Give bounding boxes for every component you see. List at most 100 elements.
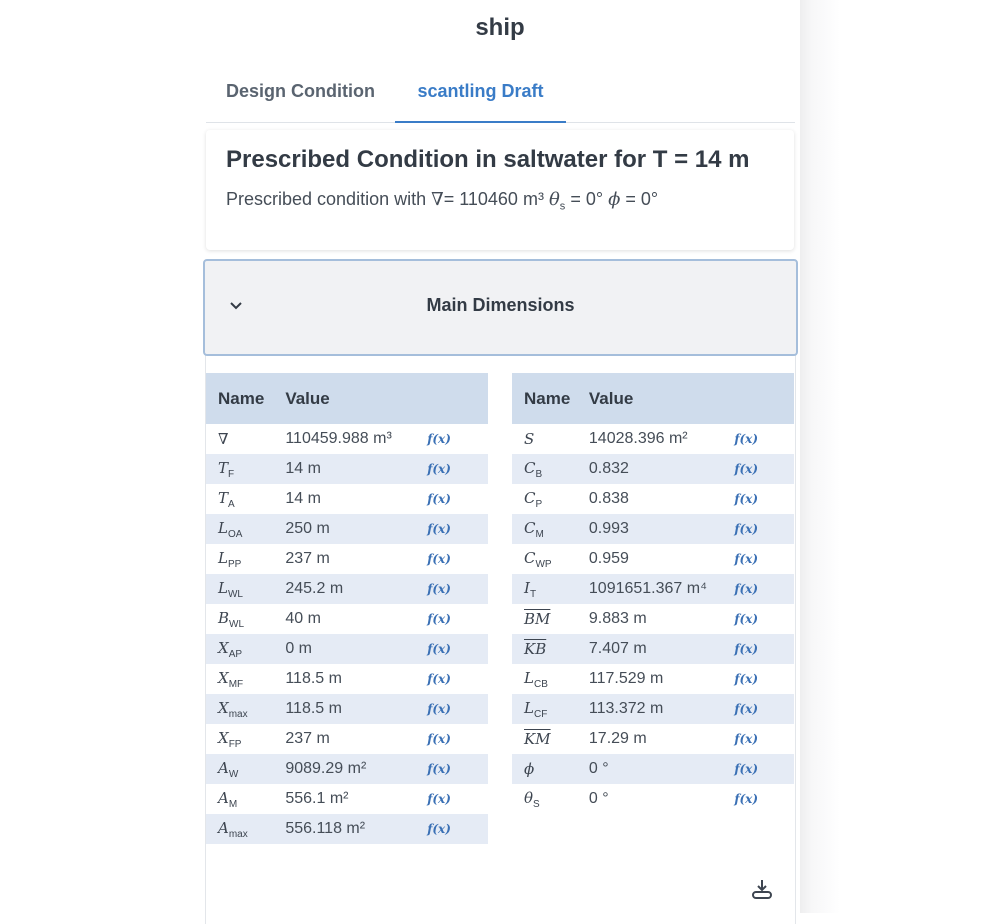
- formula-button[interactable]: f(x): [722, 574, 794, 604]
- value-cell: 0 °: [588, 760, 609, 777]
- symbol: θ: [524, 788, 534, 807]
- symbol-cell: BWL: [206, 604, 273, 634]
- formula-button[interactable]: f(x): [415, 604, 488, 634]
- formula-button[interactable]: f(x): [722, 424, 794, 454]
- symbol: X: [218, 668, 229, 687]
- right-table-row: CB 0.832 f(x): [512, 454, 794, 484]
- formula-button[interactable]: f(x): [722, 514, 794, 544]
- symbol-subscript: F: [228, 468, 235, 480]
- left-table-row: XFP 237 m f(x): [206, 724, 488, 754]
- symbol: A: [218, 788, 229, 807]
- symbol-cell: ϕ: [512, 754, 577, 784]
- left-table-row: LPP 237 m f(x): [206, 544, 488, 574]
- left-table-row: AW 9089.29 m² f(x): [206, 754, 488, 784]
- value-cell: 7.407 m: [588, 640, 647, 657]
- formula-button[interactable]: f(x): [722, 694, 794, 724]
- formula-button[interactable]: f(x): [722, 544, 794, 574]
- formula-button[interactable]: f(x): [415, 814, 488, 844]
- formula-button[interactable]: f(x): [722, 484, 794, 514]
- formula-button[interactable]: f(x): [722, 604, 794, 634]
- condition-card: Prescribed Condition in saltwater for T …: [206, 130, 794, 250]
- value-cell: 118.5 m: [285, 700, 342, 717]
- symbol: BM: [524, 610, 551, 628]
- symbol-cell: LCB: [512, 664, 577, 694]
- main-dimensions-accordion[interactable]: Main Dimensions: [203, 259, 798, 356]
- symbol: S: [524, 430, 535, 448]
- value-cell: 9089.29 m²: [285, 760, 367, 777]
- symbol: A: [218, 818, 229, 837]
- left-table-row: AM 556.1 m² f(x): [206, 784, 488, 814]
- formula-button[interactable]: f(x): [415, 574, 488, 604]
- symbol-cell: Amax: [206, 814, 273, 844]
- symbol-subscript: A: [228, 498, 235, 510]
- symbol: C: [524, 458, 536, 477]
- formula-button[interactable]: f(x): [415, 544, 488, 574]
- header-value: Value: [576, 373, 723, 424]
- condition-subtitle: Prescribed condition with ∇= 110460 m³ θ…: [226, 189, 658, 213]
- left-table-row: XAP 0 m f(x): [206, 634, 488, 664]
- value-cell: 17.29 m: [588, 730, 647, 747]
- symbol-subscript: P: [535, 498, 543, 510]
- volume-value: = 110460 m³: [443, 189, 544, 209]
- value-cell: 14028.396 m²: [588, 430, 688, 447]
- symbol-subscript: max: [228, 708, 248, 720]
- symbol-cell: ∇: [206, 424, 273, 454]
- symbol: L: [524, 698, 534, 717]
- formula-button[interactable]: f(x): [722, 784, 794, 814]
- value-cell: 113.372 m: [588, 700, 664, 717]
- value-cell: 237 m: [285, 550, 330, 567]
- formula-button[interactable]: f(x): [415, 724, 488, 754]
- symbol: T: [218, 488, 229, 507]
- formula-button[interactable]: f(x): [415, 694, 488, 724]
- value-cell: 0 °: [588, 790, 609, 807]
- right-table-row: ϕ 0 ° f(x): [512, 754, 794, 784]
- value-cell: 0.993: [588, 520, 629, 537]
- condition-prefix: Prescribed condition with: [226, 189, 427, 209]
- dimensions-table-left: Name Value ∇ 110459.988 m³ f(x) TF 14 m f(x) T…: [206, 373, 488, 844]
- formula-button[interactable]: f(x): [722, 754, 794, 784]
- heel-value: = 0°: [625, 189, 659, 209]
- value-cell: 0.832: [588, 460, 629, 477]
- symbol: C: [524, 518, 536, 537]
- formula-button[interactable]: f(x): [415, 424, 488, 454]
- formula-button[interactable]: f(x): [415, 784, 488, 814]
- value-cell: 40 m: [285, 610, 321, 627]
- trim-symbol: θ: [548, 189, 560, 210]
- formula-button[interactable]: f(x): [722, 634, 794, 664]
- symbol-subscript: OA: [227, 528, 243, 540]
- symbol-subscript: T: [529, 588, 537, 600]
- left-table-row: BWL 40 m f(x): [206, 604, 488, 634]
- right-table-row: S 14028.396 m² f(x): [512, 424, 794, 454]
- symbol-cell: XFP: [206, 724, 273, 754]
- symbol-subscript: max: [228, 828, 248, 840]
- download-icon[interactable]: [750, 877, 774, 901]
- formula-button[interactable]: f(x): [415, 664, 488, 694]
- value-cell: 117.529 m: [588, 670, 664, 687]
- formula-button[interactable]: f(x): [722, 454, 794, 484]
- symbol: T: [218, 458, 229, 477]
- symbol-cell: TA: [206, 484, 273, 514]
- formula-button[interactable]: f(x): [722, 724, 794, 754]
- formula-button[interactable]: f(x): [415, 514, 488, 544]
- symbol-cell: AW: [206, 754, 273, 784]
- formula-button[interactable]: f(x): [415, 634, 488, 664]
- symbol-cell: CWP: [512, 544, 577, 574]
- symbol: L: [218, 578, 228, 597]
- tab-design-condition[interactable]: Design Condition: [206, 68, 395, 121]
- tab-scantling-draft[interactable]: scantling Draft: [395, 68, 566, 123]
- symbol-cell: XMF: [206, 664, 273, 694]
- formula-button[interactable]: f(x): [415, 454, 488, 484]
- symbol-subscript: MF: [228, 678, 244, 690]
- formula-button[interactable]: f(x): [415, 754, 488, 784]
- formula-button[interactable]: f(x): [722, 664, 794, 694]
- right-table-row: CWP 0.959 f(x): [512, 544, 794, 574]
- symbol-subscript: WL: [229, 618, 245, 630]
- value-cell: 556.1 m²: [285, 790, 349, 807]
- formula-button[interactable]: f(x): [415, 484, 488, 514]
- symbol-subscript: M: [535, 528, 544, 540]
- trim-subscript: s: [559, 200, 566, 213]
- symbol-subscript: W: [228, 768, 239, 780]
- symbol-cell: AM: [206, 784, 273, 814]
- right-table-row: θS 0 ° f(x): [512, 784, 794, 814]
- symbol-subscript: B: [535, 468, 543, 480]
